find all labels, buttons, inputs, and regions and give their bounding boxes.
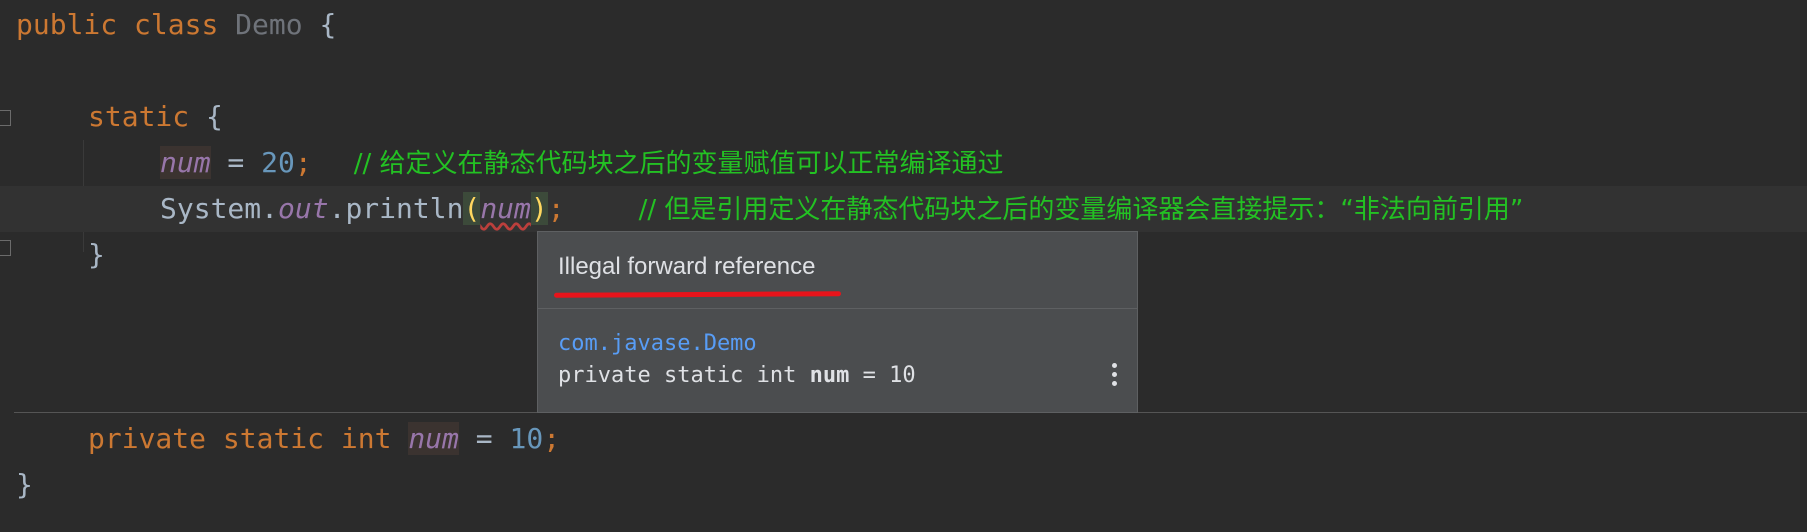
code-line-4[interactable]: num = 20; // 给定义在静态代码块之后的变量赋值可以正常编译通过: [0, 140, 1807, 186]
keyword-public: public: [16, 8, 118, 41]
class-name: Demo: [235, 8, 303, 41]
left-paren: (: [463, 192, 481, 225]
close-brace: }: [88, 238, 105, 271]
class-link[interactable]: com.javase.Demo: [558, 331, 757, 356]
declaration-prefix: private static int: [558, 363, 810, 388]
vertical-ellipsis-icon[interactable]: [1109, 363, 1119, 389]
code-line-9[interactable]: private static int num = 10;: [0, 416, 1807, 462]
keyword-int: int: [340, 422, 392, 455]
code-line-1[interactable]: public class Demo {: [0, 2, 1807, 48]
code-line-3[interactable]: static {: [0, 94, 1807, 140]
open-brace: {: [206, 100, 223, 133]
annotation-underline: [553, 291, 842, 298]
field-declaration-info: private static int num = 10: [558, 363, 916, 388]
keyword-static: static: [222, 422, 325, 455]
keyword-static: static: [88, 100, 190, 133]
keyword-class: class: [134, 8, 219, 41]
code-comment: // 给定义在静态代码块之后的变量赋值可以正常编译通过: [353, 149, 1004, 179]
error-field-reference[interactable]: num: [480, 192, 531, 225]
close-brace: }: [16, 468, 33, 501]
popup-header: Illegal forward reference: [538, 232, 1137, 309]
declaration-suffix: = 10: [849, 363, 916, 388]
println-method: .println: [328, 192, 464, 225]
error-message: Illegal forward reference: [558, 253, 816, 280]
keyword-private: private: [88, 422, 207, 455]
field-reference: num: [160, 146, 211, 179]
open-brace: {: [319, 8, 337, 41]
semicolon: ;: [547, 192, 565, 225]
field-declaration: num: [408, 422, 459, 455]
code-line-5[interactable]: System.out.println(num); // 但是引用定义在静态代码块之…: [0, 186, 1807, 232]
system-ref: System.: [160, 192, 279, 225]
number-literal: 20: [261, 146, 295, 179]
code-comment: // 但是引用定义在静态代码块之后的变量编译器会直接提示：“非法向前引用”: [638, 195, 1524, 225]
assign-operator: =: [210, 146, 262, 179]
out-field: out: [278, 192, 329, 225]
popup-body: com.javase.Demo private static int num =…: [538, 309, 1137, 413]
assign-operator: =: [458, 422, 510, 455]
code-editor[interactable]: public class Demo { static { num = 20; //…: [0, 0, 1807, 532]
right-paren: ): [530, 192, 548, 225]
code-line-10[interactable]: }: [0, 462, 1807, 508]
declaration-name: num: [809, 363, 850, 388]
semicolon: ;: [543, 422, 561, 455]
semicolon: ;: [294, 146, 312, 179]
error-tooltip-popup[interactable]: Illegal forward reference com.javase.Dem…: [537, 231, 1138, 413]
number-literal: 10: [509, 422, 544, 455]
